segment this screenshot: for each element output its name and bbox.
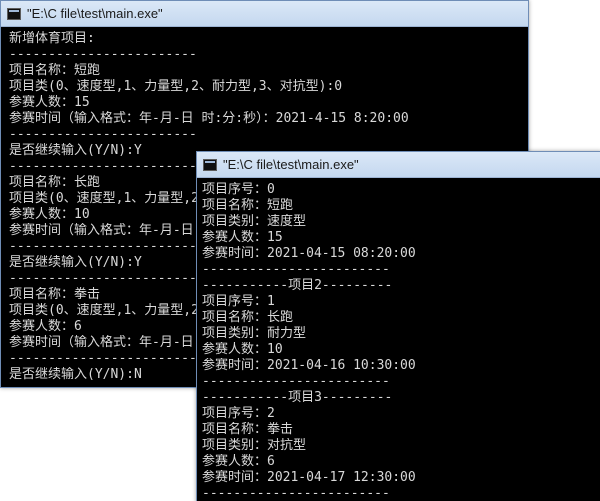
console-line: 项目序号：2 [202,406,275,421]
console-line: 参赛人数：10 [202,342,283,357]
console-line: 参赛时间（输入格式：年-月-日 时:分:秒）：2021-4-15 8:20:00 [9,111,409,126]
console-line: 项目类别：速度型 [202,214,307,229]
console-line: 项目类别：对抗型 [202,438,307,453]
window-title: "E:\C file\test\main.exe" [27,6,163,21]
window-titlebar[interactable]: "E:\C file\test\main.exe" [197,152,600,178]
console-line: ------------------------ [202,486,390,501]
console-line: 项目类别：耐力型 [202,326,307,341]
console-app-icon [7,7,21,20]
console-line: ------------------------ [9,47,197,62]
console-app-icon [203,158,217,171]
console-line: 项目名称：长跑 [202,310,294,325]
console-line: 参赛时间：2021-04-16 10:30:00 [202,358,416,373]
console-output[interactable]: 项目序号：0 项目名称：短跑 项目类别：速度型 参赛人数：15 参赛时间：202… [197,178,600,501]
console-line: 新增体育项目: [9,31,95,46]
console-line: ------------------------ [202,374,390,389]
console-line: 参赛时间：2021-04-15 08:20:00 [202,246,416,261]
console-line: 项目类(0、速度型,1、力量型,2、耐力型,3、对抗型):0 [9,79,343,94]
console-line: 项目名称：短跑 [202,198,294,213]
console-window-front[interactable]: "E:\C file\test\main.exe" 项目序号：0 项目名称：短跑… [196,151,600,501]
screenshot-canvas: "E:\C file\test\main.exe" 新增体育项目: ------… [0,0,600,501]
console-line: -----------项目3--------- [202,390,393,405]
console-line: 项目序号：0 [202,182,275,197]
window-titlebar[interactable]: "E:\C file\test\main.exe" [1,1,528,27]
console-line: 参赛人数：15 [9,95,90,110]
console-line: 参赛时间：2021-04-17 12:30:00 [202,470,416,485]
console-line: 项目名称：拳击 [202,422,294,437]
window-title: "E:\C file\test\main.exe" [223,157,359,172]
console-line: 项目序号：1 [202,294,275,309]
console-line: -----------项目2--------- [202,278,393,293]
console-line: ------------------------ [202,262,390,277]
console-line: 参赛人数：15 [202,230,283,245]
console-line: 参赛人数：6 [202,454,275,469]
console-line: 项目名称：短跑 [9,63,101,78]
console-line: ------------------------ [9,127,197,142]
